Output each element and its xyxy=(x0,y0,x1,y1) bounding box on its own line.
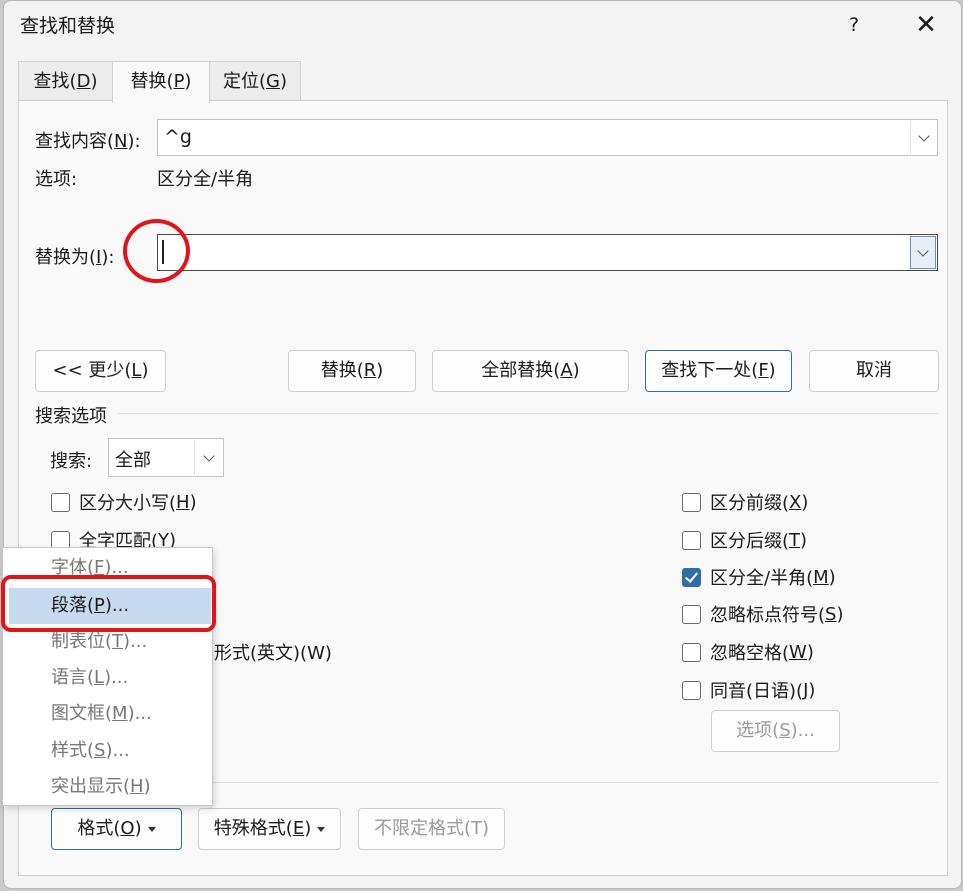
checkbox-ignore-punct[interactable]: 忽略标点符号(S) xyxy=(682,601,844,627)
find-value: ^g xyxy=(164,126,192,148)
find-input[interactable]: ^g xyxy=(157,119,938,156)
find-history-dropdown[interactable] xyxy=(910,121,936,154)
cancel-button[interactable]: 取消 xyxy=(809,350,939,392)
checkbox-width[interactable]: 区分全/半角(M) xyxy=(682,564,836,590)
search-direction-select[interactable]: 全部 xyxy=(108,438,224,477)
checkbox-box[interactable] xyxy=(682,530,701,550)
options-label: 选项: xyxy=(35,169,78,190)
dropdown-arrow-icon xyxy=(317,826,326,832)
replace-history-dropdown[interactable] xyxy=(910,236,936,269)
checkbox-prefix[interactable]: 区分前缀(X) xyxy=(682,489,808,515)
checkbox-box[interactable] xyxy=(51,492,70,512)
checkbox-ignore-space[interactable]: 忽略空格(W) xyxy=(682,639,814,665)
replace-all-button[interactable]: 全部替换(A) xyxy=(432,350,629,392)
search-direction-value: 全部 xyxy=(115,450,151,471)
replace-label: 替换为(I): xyxy=(35,247,115,268)
special-menu-button[interactable]: 特殊格式(E) xyxy=(198,808,341,850)
checkmark-icon[interactable] xyxy=(682,567,701,587)
search-options-heading: 搜索选项 xyxy=(35,406,107,427)
menu-item-highlight[interactable]: 突出显示(H) xyxy=(3,769,212,805)
less-button[interactable]: << 更少(L) xyxy=(35,350,166,392)
checkbox-box[interactable] xyxy=(682,492,701,512)
annotation-rectangle xyxy=(1,575,216,632)
chevron-down-icon xyxy=(917,129,930,142)
menu-item-language[interactable]: 语言(L)... xyxy=(3,660,212,696)
annotation-circle xyxy=(123,219,190,283)
find-next-button[interactable]: 查找下一处(F) xyxy=(645,350,792,392)
chevron-down-icon xyxy=(202,449,215,462)
partial-checkbox-label: 形式(英文)(W) xyxy=(214,643,332,664)
menu-item-frame[interactable]: 图文框(M)... xyxy=(3,696,212,732)
replace-button[interactable]: 替换(R) xyxy=(288,350,416,392)
dropdown-arrow-icon xyxy=(147,826,156,832)
options-button: 选项(S)... xyxy=(711,710,840,752)
search-direction-label: 搜索: xyxy=(50,451,93,472)
checkbox-box[interactable] xyxy=(682,680,701,700)
replace-input[interactable] xyxy=(157,234,938,271)
format-menu-button[interactable]: 格式(O) xyxy=(51,808,182,850)
checkbox-match-case[interactable]: 区分大小写(H) xyxy=(51,489,197,515)
tab-replace[interactable]: 替换(P) xyxy=(112,61,210,103)
help-button[interactable]: ? xyxy=(830,3,878,47)
options-value: 区分全/半角 xyxy=(157,169,254,190)
checkbox-sounds-like[interactable]: 同音(日语)(J) xyxy=(682,677,815,703)
tab-goto[interactable]: 定位(G) xyxy=(209,61,301,101)
dialog-title: 查找和替换 xyxy=(20,15,116,37)
no-formatting-button: 不限定格式(T) xyxy=(358,808,505,850)
close-icon[interactable]: ✕ xyxy=(896,3,956,47)
menu-item-style[interactable]: 样式(S)... xyxy=(3,733,212,769)
find-label: 查找内容(N): xyxy=(35,131,141,152)
chevron-down-icon xyxy=(917,244,929,257)
checkbox-box[interactable] xyxy=(682,604,701,624)
checkbox-suffix[interactable]: 区分后缀(T) xyxy=(682,527,807,553)
checkbox-box[interactable] xyxy=(682,642,701,662)
search-direction-dropdown[interactable] xyxy=(194,440,222,475)
tab-find[interactable]: 查找(D) xyxy=(18,61,113,101)
section-divider xyxy=(117,413,939,414)
